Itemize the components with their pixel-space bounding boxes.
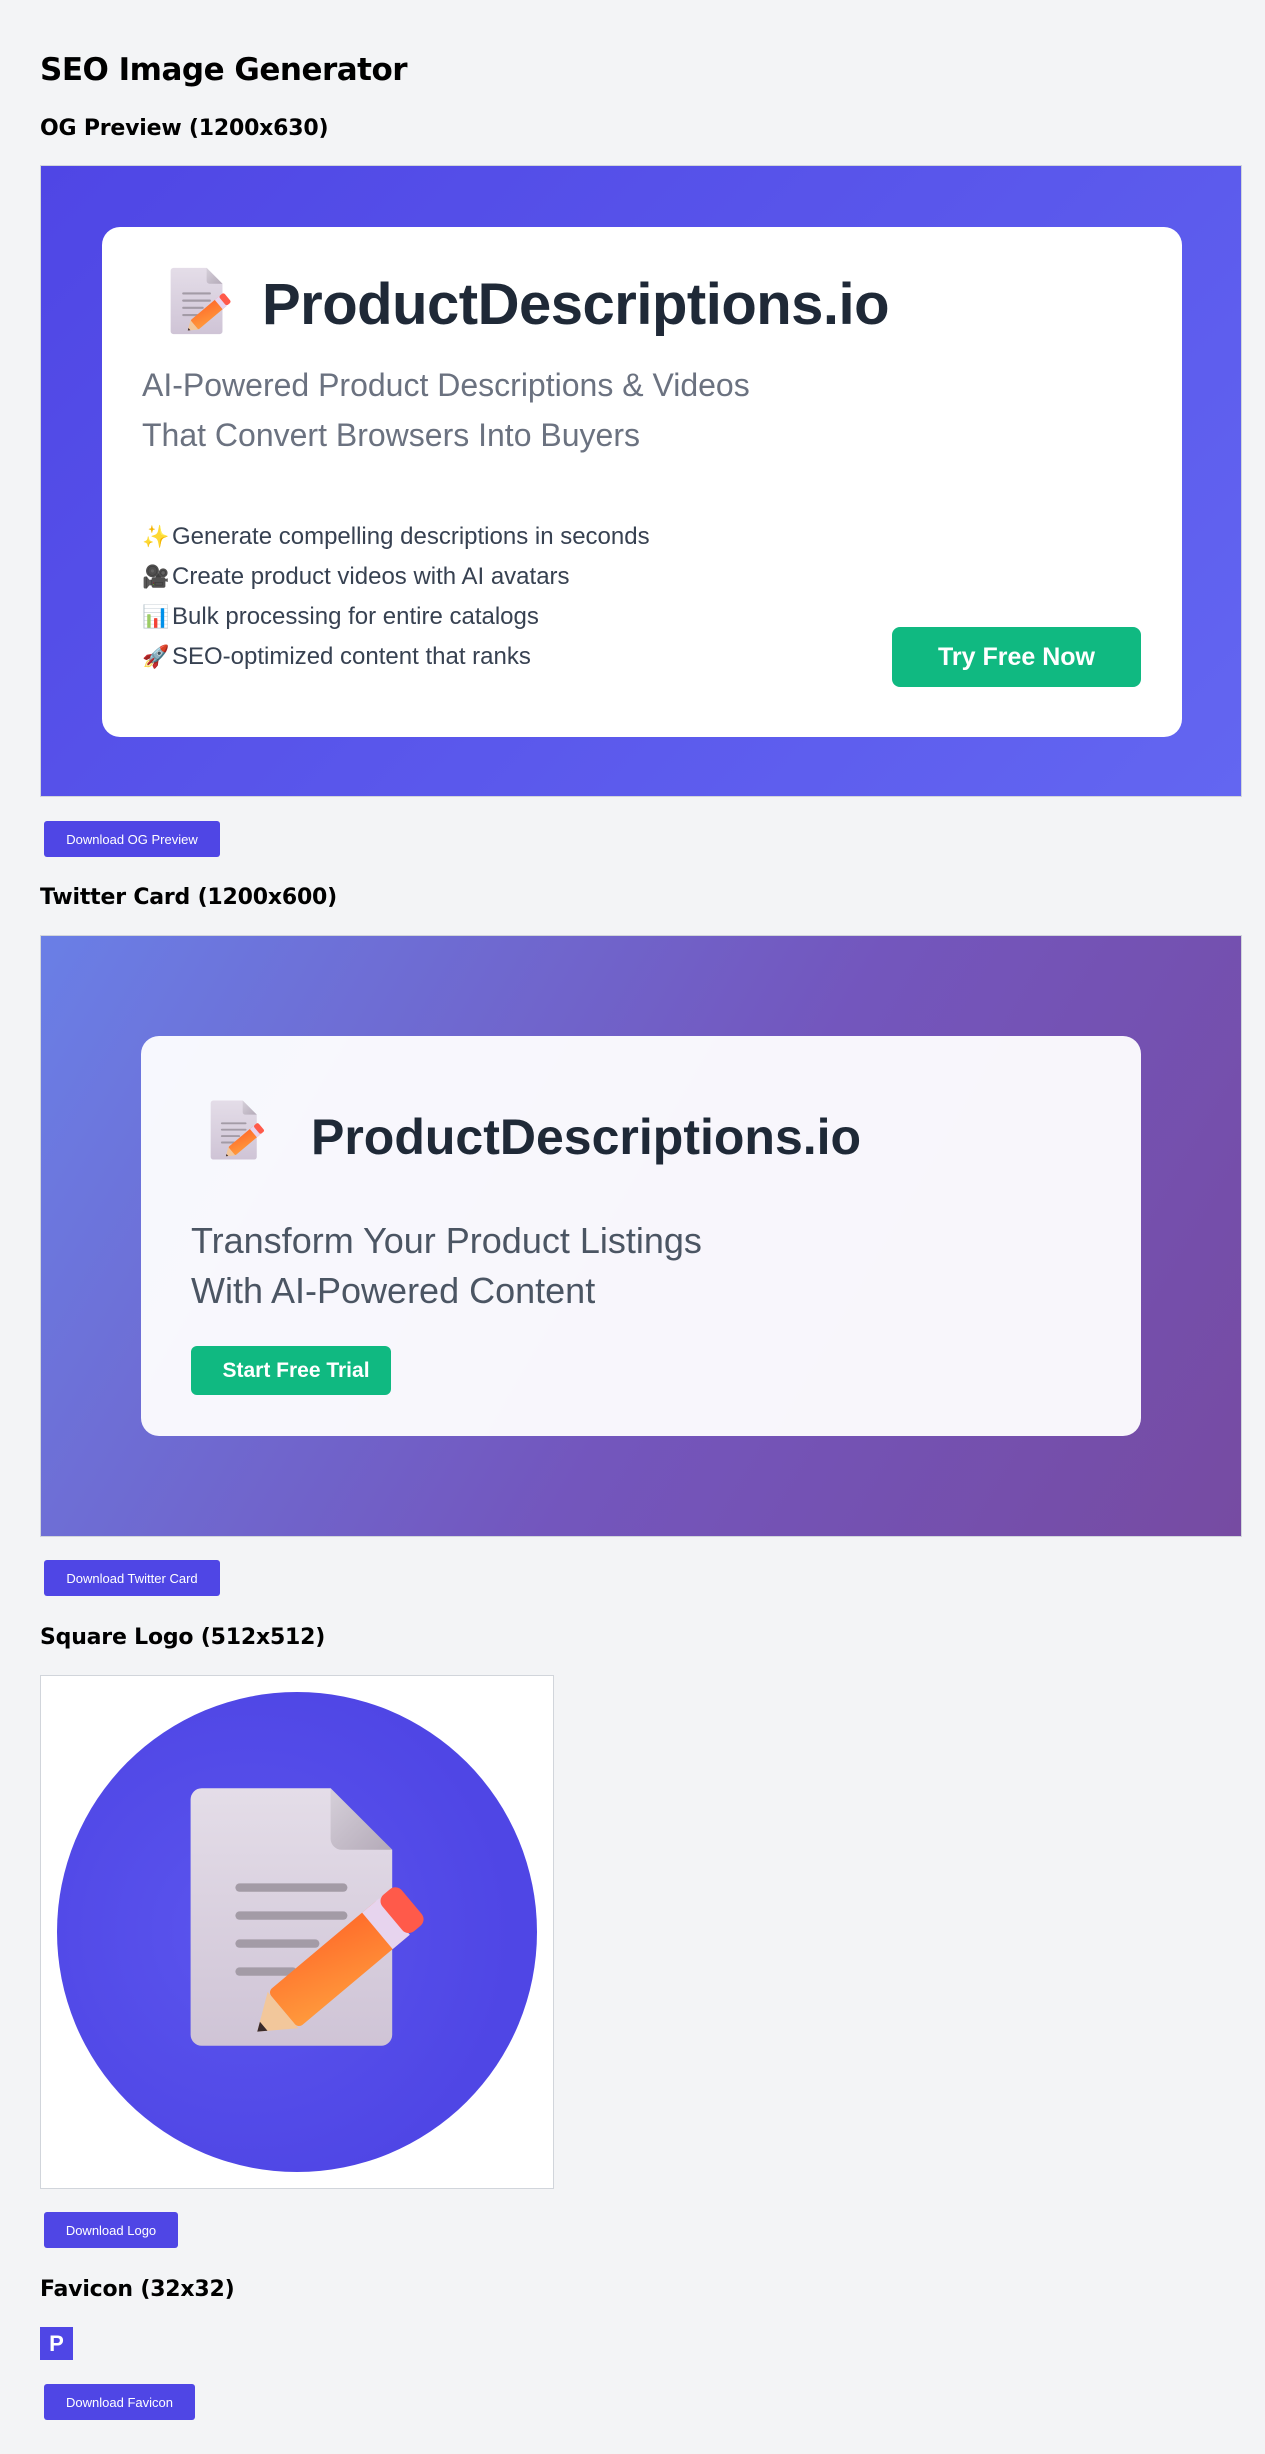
download-twitter-card-button[interactable]: Download Twitter Card — [44, 1560, 220, 1596]
download-logo-button[interactable]: Download Logo — [44, 2212, 178, 2248]
og-section-title: OG Preview (1200x630) — [40, 116, 329, 141]
og-feature-text: Generate compelling descriptions in seco… — [172, 523, 650, 550]
og-feature-item: 📊 Bulk processing for entire catalogs — [142, 603, 539, 631]
og-brand-name: ProductDescriptions.io — [262, 272, 890, 337]
video-camera-icon: 🎥 — [142, 564, 170, 589]
og-feature-item: 🎥 Create product videos with AI avatars — [142, 563, 570, 591]
document-pencil-icon — [157, 1772, 437, 2062]
sparkles-icon: ✨ — [142, 524, 170, 549]
twitter-tagline-line-1: Transform Your Product Listings — [191, 1220, 702, 1261]
twitter-brand-name: ProductDescriptions.io — [311, 1109, 862, 1165]
bar-chart-icon: 📊 — [142, 604, 170, 629]
download-og-preview-button[interactable]: Download OG Preview — [44, 821, 220, 857]
twitter-section-title: Twitter Card (1200x600) — [40, 885, 338, 910]
logo-section-title: Square Logo (512x512) — [40, 1625, 326, 1650]
og-feature-text: Create product videos with AI avatars — [172, 563, 570, 590]
logo-canvas — [40, 1675, 554, 2189]
og-feature-item: ✨ Generate compelling descriptions in se… — [142, 523, 650, 551]
og-feature-text: Bulk processing for entire catalogs — [172, 603, 539, 630]
logo-circle — [57, 1692, 537, 2172]
page-title: SEO Image Generator — [40, 52, 408, 88]
download-favicon-button[interactable]: Download Favicon — [44, 2384, 195, 2420]
favicon-preview: P — [40, 2327, 73, 2360]
og-feature-item: 🚀 SEO-optimized content that ranks — [142, 643, 531, 671]
favicon-section-title: Favicon (32x32) — [40, 2277, 235, 2302]
og-cta-button: Try Free Now — [892, 627, 1141, 687]
rocket-icon: 🚀 — [142, 644, 170, 669]
og-tagline-line-1: AI-Powered Product Descriptions & Videos — [142, 367, 750, 403]
og-card: ProductDescriptions.io AI-Powered Produc… — [102, 227, 1182, 737]
twitter-cta-button: Start Free Trial — [191, 1346, 391, 1395]
document-pencil-icon — [162, 263, 234, 339]
document-pencil-icon — [203, 1096, 267, 1164]
twitter-tagline-line-2: With AI-Powered Content — [191, 1270, 596, 1311]
og-feature-text: SEO-optimized content that ranks — [172, 643, 531, 670]
twitter-card-canvas: ProductDescriptions.io Transform Your Pr… — [40, 935, 1242, 1537]
og-tagline-line-2: That Convert Browsers Into Buyers — [142, 417, 640, 453]
twitter-card: ProductDescriptions.io Transform Your Pr… — [141, 1036, 1141, 1436]
og-preview-canvas: ProductDescriptions.io AI-Powered Produc… — [40, 165, 1242, 797]
